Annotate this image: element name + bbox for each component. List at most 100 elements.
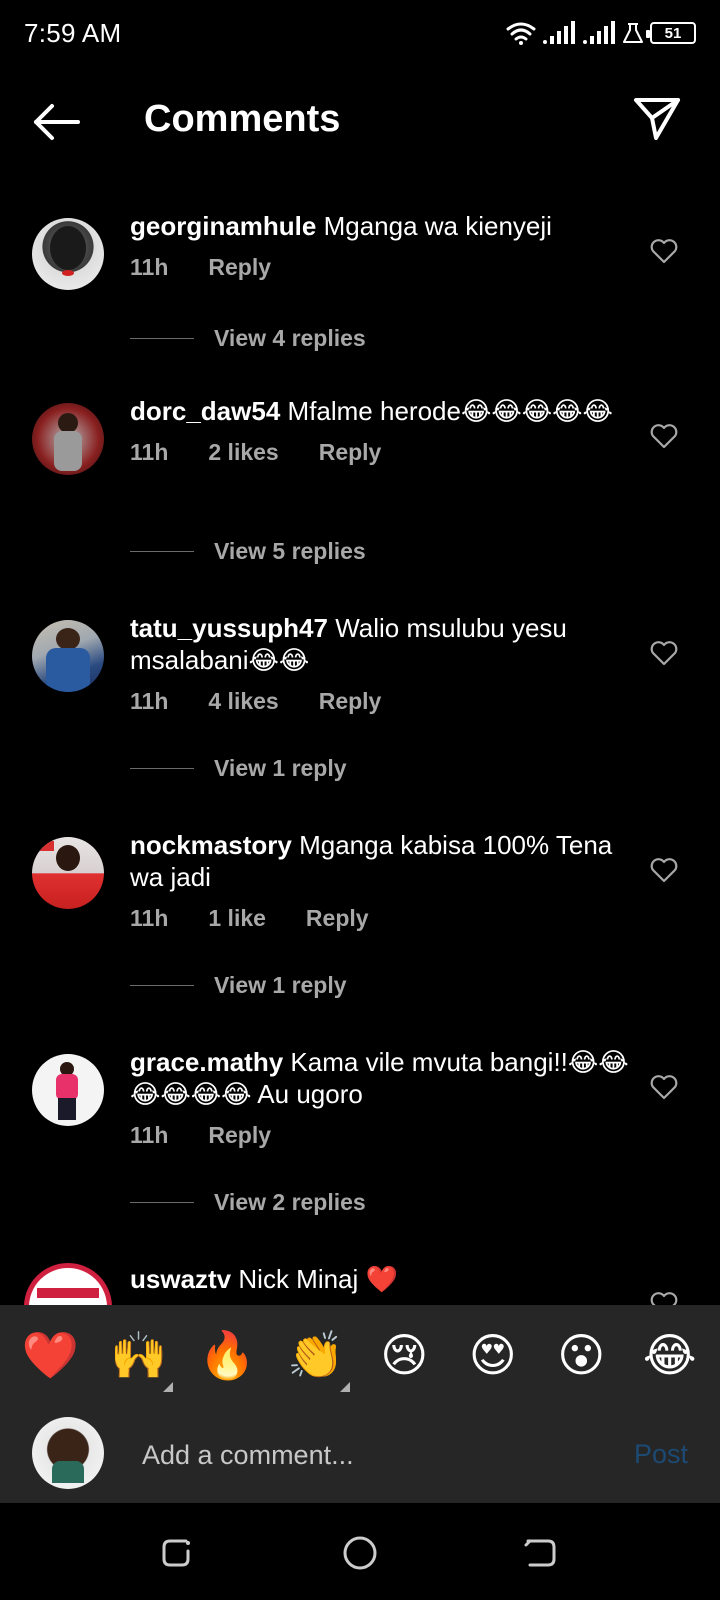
divider: [130, 1202, 194, 1203]
comment-likes[interactable]: 1 like: [208, 905, 266, 932]
comment-username[interactable]: uswaztv: [130, 1264, 231, 1294]
header: Comments: [0, 80, 720, 164]
comment-body: nockmastory Mganga kabisa 100% Tena wa j…: [130, 829, 630, 932]
like-heart-icon[interactable]: [650, 1291, 678, 1305]
comment-meta: 11h Reply: [130, 254, 630, 281]
view-replies-label: View 5 replies: [214, 538, 366, 564]
comment-likes[interactable]: 4 likes: [208, 688, 278, 715]
share-button[interactable]: [632, 94, 682, 142]
comment-body: dorc_daw54 Mfalme herode😂😂😂😂😂 11h 2 like…: [130, 395, 630, 466]
comment-username[interactable]: grace.mathy: [130, 1047, 283, 1077]
like-heart-icon[interactable]: [650, 238, 678, 264]
comment-meta: 11h Reply: [130, 1122, 630, 1149]
comment-body: grace.mathy Kama vile mvuta bangi!!😂😂😂😂😂…: [130, 1046, 630, 1149]
comment-text: uswaztv Nick Minaj ❤️: [130, 1263, 630, 1295]
status-icons: 51: [506, 18, 696, 48]
comment-meta: 11h 4 likes Reply: [130, 688, 630, 715]
like-heart-icon[interactable]: [650, 1074, 678, 1100]
reply-button[interactable]: Reply: [319, 439, 382, 466]
reply-button[interactable]: Reply: [208, 254, 271, 281]
battery-indicator: 51: [646, 22, 696, 44]
status-bar: 7:59 AM 51: [0, 0, 720, 64]
emoji-heart[interactable]: ❤️: [10, 1332, 90, 1378]
back-nav-icon[interactable]: [522, 1535, 558, 1571]
avatar[interactable]: [32, 620, 104, 692]
emoji-heart-eyes[interactable]: 😍: [453, 1332, 533, 1378]
comment-item: nockmastory Mganga kabisa 100% Tena wa j…: [0, 819, 720, 1039]
emoji-raised-hands[interactable]: 🙌: [99, 1329, 179, 1392]
emoji-surprised[interactable]: 😮: [541, 1332, 621, 1378]
avatar[interactable]: [32, 218, 104, 290]
avatar[interactable]: [32, 1054, 104, 1126]
comment-username[interactable]: tatu_yussuph47: [130, 613, 328, 643]
comment-username[interactable]: dorc_daw54: [130, 396, 280, 426]
view-replies-label: View 4 replies: [214, 325, 366, 351]
comment-username[interactable]: nockmastory: [130, 830, 292, 860]
comment-time: 11h: [130, 439, 169, 465]
comment-time: 11h: [130, 254, 169, 280]
divider: [130, 985, 194, 986]
comment-text: georginamhule Mganga wa kienyeji: [130, 210, 630, 242]
comments-list[interactable]: georginamhule Mganga wa kienyeji 11h Rep…: [0, 200, 720, 1305]
view-replies-button[interactable]: View 1 reply: [130, 972, 347, 999]
reply-button[interactable]: Reply: [208, 1122, 271, 1149]
system-nav-bar: [0, 1503, 720, 1600]
comment-time: 11h: [130, 905, 169, 931]
avatar[interactable]: [24, 1263, 112, 1305]
reply-button[interactable]: Reply: [319, 688, 382, 715]
emoji-raised-hands-glyph: 🙌: [110, 1329, 168, 1381]
status-time: 7:59 AM: [24, 18, 122, 48]
back-button[interactable]: [30, 100, 82, 144]
divider: [130, 338, 194, 339]
comment-time: 11h: [130, 688, 169, 714]
lab-flask-icon: [623, 23, 643, 43]
comment-time: 11h: [130, 1122, 169, 1148]
emoji-laughing[interactable]: 😂: [630, 1332, 710, 1378]
emoji-fire[interactable]: 🔥: [187, 1332, 267, 1378]
view-replies-label: View 1 reply: [214, 755, 347, 781]
reply-button[interactable]: Reply: [306, 905, 369, 932]
avatar[interactable]: [32, 403, 104, 475]
view-replies-button[interactable]: View 2 replies: [130, 1189, 366, 1216]
like-heart-icon[interactable]: [650, 423, 678, 449]
comment-content: Nick Minaj ❤️: [238, 1264, 398, 1294]
emoji-crying[interactable]: 😢: [364, 1332, 444, 1378]
comment-composer: Post: [0, 1405, 720, 1503]
comment-likes[interactable]: 2 likes: [208, 439, 278, 466]
comment-meta: 11h 1 like Reply: [130, 905, 630, 932]
avatar[interactable]: [32, 837, 104, 909]
comment-item: grace.mathy Kama vile mvuta bangi!!😂😂😂😂😂…: [0, 1036, 720, 1256]
home-icon[interactable]: [342, 1535, 378, 1571]
comment-body: tatu_yussuph47 Walio msulubu yesu msalab…: [130, 612, 630, 715]
view-replies-label: View 2 replies: [214, 1189, 366, 1215]
comment-meta: 11h 2 likes Reply: [130, 439, 630, 466]
post-button[interactable]: Post: [634, 1439, 688, 1470]
battery-level: 51: [664, 24, 682, 42]
page-title: Comments: [144, 98, 341, 140]
send-icon: [634, 98, 680, 140]
comment-body: georginamhule Mganga wa kienyeji 11h Rep…: [130, 210, 630, 281]
view-replies-label: View 1 reply: [214, 972, 347, 998]
comment-input[interactable]: [142, 1435, 582, 1475]
divider: [130, 768, 194, 769]
divider: [130, 551, 194, 552]
view-replies-button[interactable]: View 4 replies: [130, 325, 366, 352]
view-replies-button[interactable]: View 1 reply: [130, 755, 347, 782]
like-heart-icon[interactable]: [650, 857, 678, 883]
comment-content: Mganga wa kienyeji: [323, 211, 552, 241]
comment-item: uswaztv Nick Minaj ❤️: [0, 1253, 720, 1305]
like-heart-icon[interactable]: [650, 640, 678, 666]
comment-item: tatu_yussuph47 Walio msulubu yesu msalab…: [0, 602, 720, 822]
comment-text: dorc_daw54 Mfalme herode😂😂😂😂😂: [130, 395, 630, 427]
skin-tone-indicator: [339, 1382, 350, 1392]
view-replies-button[interactable]: View 5 replies: [130, 538, 366, 565]
comment-text: nockmastory Mganga kabisa 100% Tena wa j…: [130, 829, 630, 893]
back-arrow-icon: [34, 104, 80, 140]
comment-username[interactable]: georginamhule: [130, 211, 316, 241]
recent-apps-icon[interactable]: [158, 1535, 194, 1571]
signal-icon-1: [543, 21, 575, 44]
emoji-clap[interactable]: 👏: [276, 1332, 356, 1392]
comment-content: Mfalme herode😂😂😂😂😂: [287, 396, 613, 426]
comment-item: dorc_daw54 Mfalme herode😂😂😂😂😂 11h 2 like…: [0, 385, 720, 605]
comment-text: grace.mathy Kama vile mvuta bangi!!😂😂😂😂😂…: [130, 1046, 630, 1110]
